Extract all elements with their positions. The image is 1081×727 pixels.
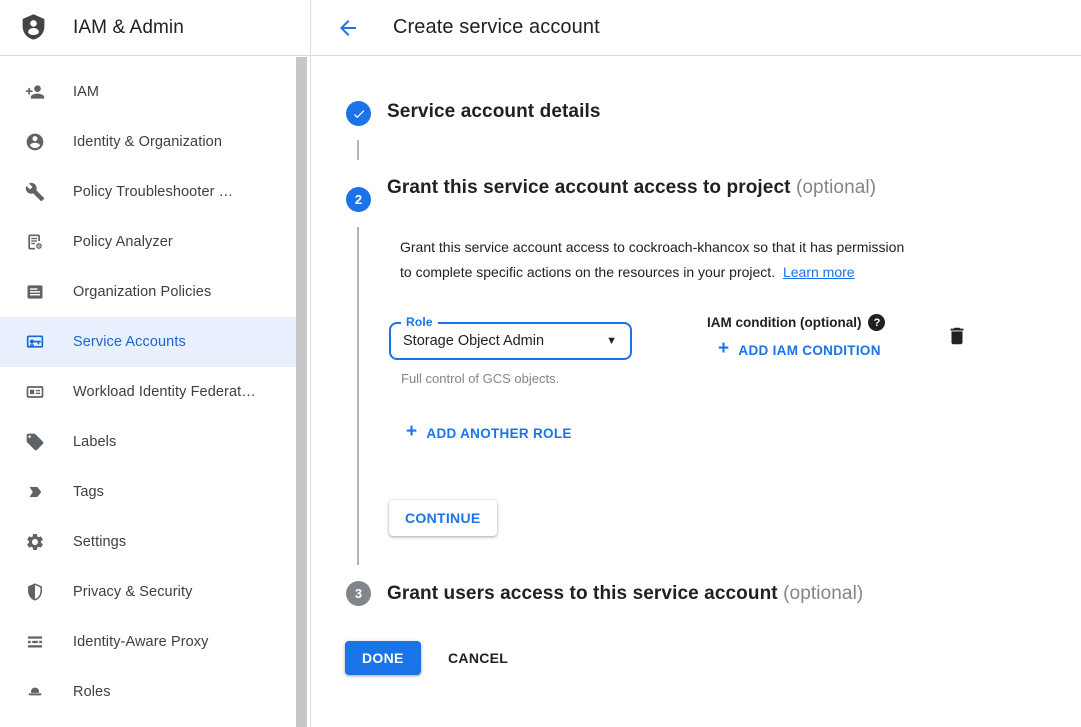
iam-condition-label: IAM condition (optional)	[707, 315, 861, 330]
sidebar-item-organization-policies[interactable]: Organization Policies	[0, 267, 296, 317]
tag-arrow-icon	[25, 482, 45, 502]
plus-icon: +	[718, 338, 729, 360]
proxy-stripes-icon	[25, 632, 45, 652]
step2-title-text: Grant this service account access to pro…	[387, 177, 791, 198]
iam-shield-logo-icon	[19, 12, 48, 43]
add-another-role-label: ADD ANOTHER ROLE	[426, 426, 571, 441]
sidebar-item-label: Workload Identity Federat…	[73, 384, 256, 400]
sidebar-item-label: IAM	[73, 84, 99, 100]
step2-number-badge: 2	[346, 187, 371, 212]
description-line2: to complete specific actions on the reso…	[400, 264, 775, 280]
learn-more-link[interactable]: Learn more	[783, 264, 855, 280]
sidebar-item-label: Privacy & Security	[73, 584, 192, 600]
step3-number-badge: 3	[346, 581, 371, 606]
step3-optional-label: (optional)	[783, 583, 863, 604]
wizard-content: Service account details 2 Grant this ser…	[311, 56, 1081, 727]
trash-icon	[946, 325, 968, 347]
step2-description: Grant this service account access to coc…	[400, 235, 984, 285]
sidebar-item-label: Policy Troubleshooter …	[73, 184, 233, 200]
delete-role-button[interactable]	[946, 325, 968, 347]
sidebar-item-label: Identity & Organization	[73, 134, 222, 150]
sidebar-item-identity-aware-proxy[interactable]: Identity-Aware Proxy	[0, 617, 296, 667]
step-connector-line	[357, 140, 359, 160]
main-panel: Create service account Service account d…	[311, 0, 1081, 727]
role-selected-value: Storage Object Admin	[403, 324, 544, 358]
app-window: IAM & Admin IAM Identity & Organization	[0, 0, 1081, 727]
sidebar-item-label: Policy Analyzer	[73, 234, 173, 250]
sidebar-item-label: Settings	[73, 534, 126, 550]
step3-title-text: Grant users access to this service accou…	[387, 583, 778, 604]
step1-title: Service account details	[387, 101, 601, 123]
sidebar-item-label: Organization Policies	[73, 284, 211, 300]
step3-title: Grant users access to this service accou…	[387, 583, 863, 605]
policy-analyzer-icon	[25, 232, 45, 252]
iam-condition-row: IAM condition (optional) ?	[707, 314, 885, 331]
sidebar-item-identity-organization[interactable]: Identity & Organization	[0, 117, 296, 167]
continue-button[interactable]: CONTINUE	[389, 500, 497, 536]
service-account-key-icon	[25, 332, 45, 352]
gear-icon	[25, 532, 45, 552]
account-circle-icon	[25, 132, 45, 152]
step2-title: Grant this service account access to pro…	[387, 170, 907, 205]
badge-card-icon	[25, 382, 45, 402]
sidebar-item-policy-troubleshooter[interactable]: Policy Troubleshooter …	[0, 167, 296, 217]
app-title: IAM & Admin	[73, 17, 184, 39]
sidebar: IAM & Admin IAM Identity & Organization	[0, 0, 311, 727]
document-list-icon	[25, 282, 45, 302]
sidebar-item-label: Tags	[73, 484, 104, 500]
sidebar-item-tags[interactable]: Tags	[0, 467, 296, 517]
sidebar-item-iam[interactable]: IAM	[0, 67, 296, 117]
shield-half-icon	[25, 582, 45, 602]
sidebar-item-privacy-security[interactable]: Privacy & Security	[0, 567, 296, 617]
back-arrow-icon[interactable]	[336, 16, 360, 40]
step1-complete-check-icon	[346, 101, 371, 126]
role-select[interactable]: Role Storage Object Admin ▼	[389, 322, 632, 360]
sidebar-nav: IAM Identity & Organization Policy Troub…	[0, 56, 310, 717]
sidebar-item-settings[interactable]: Settings	[0, 517, 296, 567]
plus-icon: +	[406, 421, 417, 443]
sidebar-header: IAM & Admin	[0, 0, 310, 56]
sidebar-item-label: Identity-Aware Proxy	[73, 634, 209, 650]
sidebar-item-labels[interactable]: Labels	[0, 417, 296, 467]
sidebar-item-label: Service Accounts	[73, 334, 186, 350]
done-button[interactable]: DONE	[345, 641, 421, 675]
step2-optional-label: (optional)	[796, 177, 876, 198]
add-another-role-button[interactable]: + ADD ANOTHER ROLE	[406, 422, 572, 444]
help-icon[interactable]: ?	[868, 314, 885, 331]
caret-down-icon: ▼	[606, 324, 617, 358]
add-iam-condition-button[interactable]: + ADD IAM CONDITION	[718, 339, 881, 361]
description-line1: Grant this service account access to coc…	[400, 239, 904, 255]
cancel-button[interactable]: CANCEL	[438, 641, 518, 675]
page-topbar: Create service account	[311, 0, 1081, 56]
add-iam-condition-label: ADD IAM CONDITION	[738, 343, 880, 358]
sidebar-item-service-accounts[interactable]: Service Accounts	[0, 317, 296, 367]
roles-hat-icon	[25, 682, 45, 702]
sidebar-item-label: Labels	[73, 434, 116, 450]
sidebar-item-workload-identity-federation[interactable]: Workload Identity Federat…	[0, 367, 296, 417]
sidebar-item-roles[interactable]: Roles	[0, 667, 296, 717]
person-add-icon	[25, 82, 45, 102]
sidebar-scrollbar[interactable]	[296, 57, 307, 727]
wrench-icon	[25, 182, 45, 202]
sidebar-item-label: Roles	[73, 684, 111, 700]
role-helper-text: Full control of GCS objects.	[401, 371, 559, 386]
label-tag-icon	[25, 432, 45, 452]
sidebar-item-policy-analyzer[interactable]: Policy Analyzer	[0, 217, 296, 267]
page-title: Create service account	[393, 16, 600, 39]
step-connector-line	[357, 227, 359, 565]
